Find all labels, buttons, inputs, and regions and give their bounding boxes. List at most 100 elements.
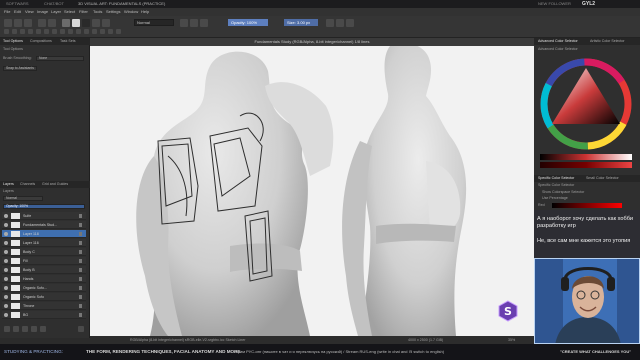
brush-preset-icon[interactable] [102,19,110,27]
foreground-color-swatch[interactable] [72,19,80,27]
eye-icon[interactable] [4,250,8,254]
layer-row[interactable]: Body B [2,266,86,274]
show-colorspace-checkbox[interactable]: Show Colorspace Selector [542,190,584,194]
color-wheel[interactable] [540,58,632,150]
menu-select[interactable]: Select [64,9,75,15]
red-channel-slider[interactable] [552,203,622,208]
transform-tool-icon[interactable] [36,29,41,34]
eye-icon[interactable] [4,304,8,308]
eraser-mode-icon[interactable] [180,19,188,27]
menu-image[interactable]: Image [37,9,48,15]
lock-icon[interactable] [79,223,82,227]
ellipse-tool-icon[interactable] [28,29,33,34]
line-tool-icon[interactable] [12,29,17,34]
lock-icon[interactable] [79,232,82,236]
brush-smoothing-select[interactable]: None [36,56,84,61]
opacity-slider[interactable]: Opacity: 100% [228,19,268,26]
layer-row[interactable]: Throne [2,302,86,310]
layer-row[interactable]: Fill [2,257,86,265]
mirror-vertical-icon[interactable] [336,19,344,27]
canvas[interactable] [90,46,534,336]
tab-layers[interactable]: Layers [3,182,14,187]
lock-icon[interactable] [79,241,82,245]
layer-row[interactable]: Hands [2,275,86,283]
layer-row[interactable]: Organic Sofo [2,293,86,301]
menu-file[interactable]: File [4,9,10,15]
measure-tool-icon[interactable] [116,29,121,34]
use-percentage-checkbox[interactable]: Use Percentage [542,196,568,200]
layer-properties-icon[interactable] [40,326,46,332]
lock-icon[interactable] [79,259,82,263]
menu-window[interactable]: Window [124,9,138,15]
menu-tools[interactable]: Tools [93,9,102,15]
undo-icon[interactable] [38,19,46,27]
alpha-lock-icon[interactable] [92,19,100,27]
status-zoom[interactable]: 35% [508,336,515,344]
layer-row[interactable]: Layer 116 [2,239,86,247]
tab-compositions[interactable]: Compositions [30,39,52,44]
eye-icon[interactable] [4,277,8,281]
add-layer-icon[interactable] [4,326,10,332]
layer-row[interactable]: Fundamentals Stud... [2,221,86,229]
move-layer-down-icon[interactable] [31,326,37,332]
eye-icon[interactable] [4,268,8,272]
lock-icon[interactable] [79,268,82,272]
assistant-tool-icon[interactable] [108,29,113,34]
duplicate-layer-icon[interactable] [13,326,19,332]
freehand-brush-icon[interactable] [4,29,9,34]
move-layer-up-icon[interactable] [22,326,28,332]
eyedropper-icon[interactable] [68,29,73,34]
menu-filter[interactable]: Filter [79,9,88,15]
menu-settings[interactable]: Settings [106,9,120,15]
select-rect-icon[interactable] [92,29,97,34]
pan-tool-icon[interactable] [84,29,89,34]
zoom-tool-icon[interactable] [76,29,81,34]
tab-channels[interactable]: Channels [20,182,35,187]
tab-task-sets[interactable]: Task Sets [60,39,76,44]
tab-specific-color[interactable]: Specific Color Selector [538,176,574,181]
layer-row[interactable]: BG [2,311,86,319]
layer-opacity-slider[interactable]: Opacity: 100% [3,204,85,209]
delete-layer-icon[interactable] [78,326,84,332]
tab-small-color[interactable]: Small Color Selector [586,176,619,181]
eye-icon[interactable] [4,241,8,245]
crop-tool-icon[interactable] [52,29,57,34]
lock-icon[interactable] [79,295,82,299]
layer-row[interactable]: Organic Sofo... [2,284,86,292]
eye-icon[interactable] [4,313,8,317]
lock-icon[interactable] [79,277,82,281]
reload-preset-icon[interactable] [200,19,208,27]
move-tool-icon[interactable] [44,29,49,34]
tab-tool-options[interactable]: Tool Options [3,39,23,44]
eye-icon[interactable] [4,295,8,299]
lock-icon[interactable] [79,214,82,218]
tab-advanced-color[interactable]: Advanced Color Selector [538,39,578,44]
blend-mode-select[interactable]: Normal [134,19,174,26]
redo-icon[interactable] [48,19,56,27]
lock-icon[interactable] [79,286,82,290]
wrap-around-icon[interactable] [346,19,354,27]
menu-view[interactable]: View [25,9,34,15]
background-color-swatch[interactable] [82,19,90,27]
eye-icon[interactable] [4,232,8,236]
fill-tool-icon[interactable] [60,29,65,34]
color-history-strip[interactable] [540,154,632,160]
lock-icon[interactable] [79,304,82,308]
snap-to-assistants-checkbox[interactable]: Snap to Assistants [3,66,37,71]
open-document-icon[interactable] [14,19,22,27]
eye-icon[interactable] [4,259,8,263]
color-shade-strip[interactable] [540,162,632,168]
menu-help[interactable]: Help [141,9,149,15]
layer-row[interactable]: Body C [2,248,86,256]
layer-row[interactable]: Sulfe [2,212,86,220]
size-slider[interactable]: Size: 3.00 px [284,19,318,26]
save-icon[interactable] [24,19,32,27]
eye-icon[interactable] [4,286,8,290]
fill-gradient-icon[interactable] [62,19,70,27]
menu-edit[interactable]: Edit [14,9,21,15]
menu-layer[interactable]: Layer [51,9,61,15]
lock-icon[interactable] [79,250,82,254]
rectangle-tool-icon[interactable] [20,29,25,34]
new-document-icon[interactable] [4,19,12,27]
tab-artistic-color[interactable]: Artistic Color Selector [590,39,625,44]
